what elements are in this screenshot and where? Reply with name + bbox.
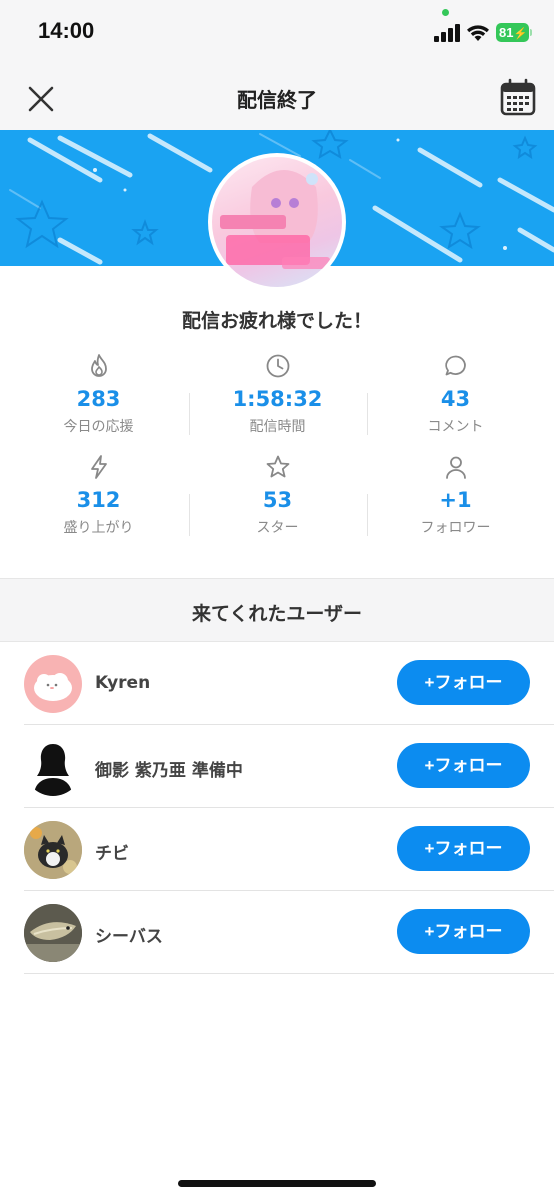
- lightning-icon: [90, 455, 107, 479]
- user-avatar[interactable]: [24, 738, 82, 796]
- follow-button[interactable]: +フォロー: [397, 826, 530, 871]
- battery-tip: [530, 29, 532, 36]
- stat-label: フォロワー: [420, 520, 491, 536]
- user-row: シーバス +フォロー: [24, 891, 554, 974]
- user-name: 御影 紫乃亜 準備中: [95, 761, 243, 781]
- user-row: Kyren +フォロー: [24, 642, 554, 725]
- stat-value: 43: [440, 387, 471, 411]
- user-avatar[interactable]: [24, 821, 82, 879]
- flame-icon: [90, 354, 107, 377]
- battery-level: 81⚡: [496, 23, 529, 42]
- stat-cheer: 283 今日の応援: [6, 353, 191, 436]
- battery-indicator: 81⚡: [496, 23, 532, 42]
- cellular-signal-icon: [434, 24, 460, 42]
- user-row: 御影 紫乃亜 準備中 +フォロー: [24, 725, 554, 808]
- star-icon: [266, 455, 289, 478]
- calendar-icon[interactable]: [498, 78, 538, 118]
- stat-value: +1: [439, 488, 472, 512]
- follow-button[interactable]: +フォロー: [397, 743, 530, 788]
- stat-duration: 1:58:32 配信時間: [185, 353, 370, 436]
- streamer-artwork: [220, 170, 330, 269]
- stat-value: 283: [76, 387, 121, 411]
- stat-label: 今日の応援: [63, 419, 134, 435]
- follow-button[interactable]: +フォロー: [397, 909, 530, 954]
- nav-bar: 配信終了: [0, 66, 554, 130]
- user-row: チビ +フォロー: [24, 808, 554, 891]
- user-avatar[interactable]: [24, 655, 82, 713]
- stat-followers: +1 フォロワー: [363, 454, 548, 537]
- comment-icon: [444, 355, 466, 376]
- charging-bolt-icon: ⚡: [513, 28, 528, 40]
- page-title: 配信終了: [237, 88, 317, 112]
- stat-label: コメント: [427, 419, 484, 435]
- stat-excitement: 312 盛り上がり: [6, 454, 191, 537]
- stat-value: 312: [76, 488, 121, 512]
- stat-value: 1:58:32: [232, 387, 323, 411]
- user-name: シーバス: [95, 927, 163, 947]
- status-bar: 14:00 81⚡: [0, 0, 554, 66]
- stat-label: スター: [256, 520, 299, 536]
- user-name: チビ: [95, 844, 129, 864]
- battery-percent: 81: [499, 25, 514, 40]
- clock-icon: [266, 354, 289, 378]
- avatar-image: [24, 821, 82, 879]
- avatar-image: [34, 673, 72, 701]
- person-icon: [445, 456, 466, 479]
- user-name: Kyren: [95, 673, 151, 693]
- avatar-image: [24, 904, 82, 962]
- privacy-indicator-dot: [442, 9, 449, 16]
- visitors-section-header: 来てくれたユーザー: [0, 578, 554, 642]
- status-time: 14:00: [38, 18, 95, 43]
- greeting-message: 配信お疲れ様でした！: [181, 310, 372, 332]
- stat-value: 53: [262, 488, 293, 512]
- stat-stars: 53 スター: [185, 454, 370, 537]
- home-indicator[interactable]: [178, 1180, 376, 1187]
- avatar-image: [34, 744, 72, 796]
- stat-comments: 43 コメント: [363, 353, 548, 436]
- follow-button[interactable]: +フォロー: [397, 660, 530, 705]
- streamer-avatar-image: [212, 157, 342, 287]
- stat-label: 盛り上がり: [63, 520, 134, 536]
- wifi-icon: [467, 25, 489, 41]
- streamer-avatar: [208, 153, 346, 291]
- section-title: 来てくれたユーザー: [191, 603, 363, 625]
- user-avatar[interactable]: [24, 904, 82, 962]
- stat-label: 配信時間: [249, 419, 306, 435]
